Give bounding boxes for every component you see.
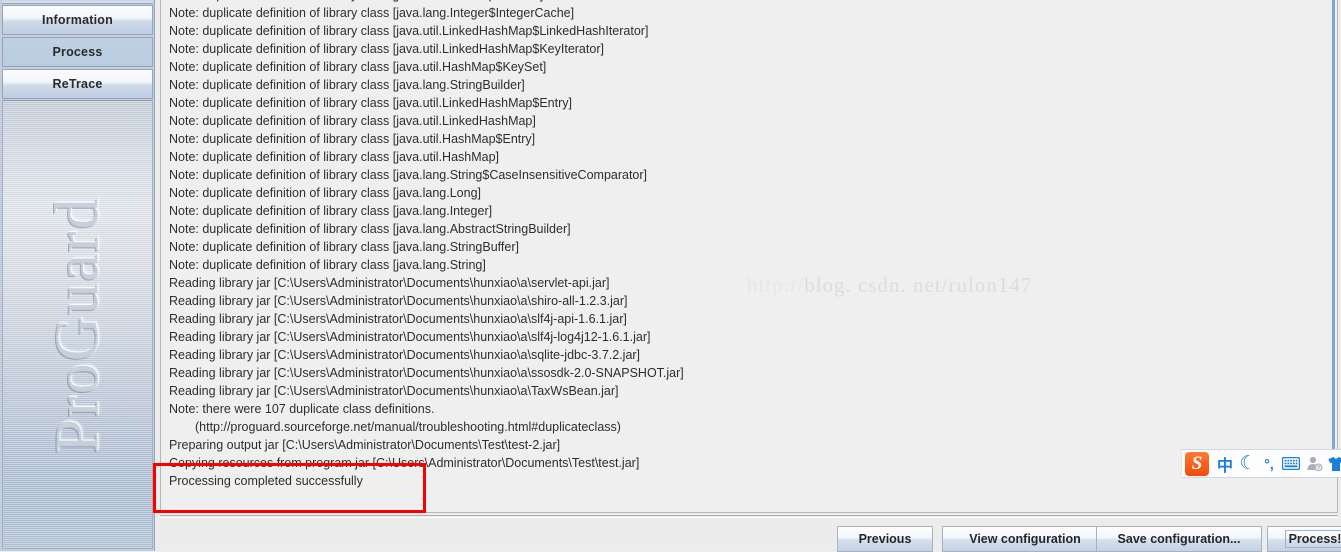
proguard-logo-text: ProGuard	[43, 195, 111, 454]
brand-panel: ProGuard	[2, 100, 153, 549]
view-configuration-button[interactable]: View configuration	[942, 526, 1108, 552]
log-line: Note: duplicate definition of library cl…	[169, 222, 571, 236]
sogou-ime-toolbar[interactable]: S 中 ☾ °, ?	[1181, 449, 1341, 478]
sidebar-item-information[interactable]: Information	[2, 5, 153, 35]
process-button[interactable]: Process!	[1267, 526, 1341, 552]
punctuation-icon[interactable]: °,	[1259, 452, 1279, 476]
log-line: Note: duplicate definition of library cl…	[169, 6, 575, 20]
log-line: Note: duplicate definition of library cl…	[169, 258, 486, 272]
log-line: Reading library jar [C:\Users\Administra…	[169, 276, 610, 290]
save-configuration-button-label: Save configuration...	[1117, 532, 1241, 546]
log-line: Reading library jar [C:\Users\Administra…	[169, 348, 641, 362]
log-line: Note: duplicate definition of library cl…	[169, 24, 649, 38]
log-line: Note: duplicate definition of library cl…	[169, 114, 536, 128]
log-line: Processing completed successfully	[169, 474, 363, 488]
skin-shirt-icon[interactable]	[1325, 452, 1341, 476]
log-line: Preparing output jar [C:\Users\Administr…	[169, 438, 561, 452]
log-line: Note: there were 107 duplicate class def…	[169, 402, 435, 416]
log-line: Note: duplicate definition of library cl…	[169, 96, 572, 110]
log-line: Note: duplicate definition of library cl…	[169, 150, 500, 164]
log-line: Note: duplicate definition of library cl…	[169, 204, 493, 218]
log-line: Reading library jar [C:\Users\Administra…	[169, 294, 628, 308]
previous-button[interactable]: Previous	[837, 526, 933, 552]
log-line: Note: duplicate definition of library cl…	[169, 60, 547, 74]
sidebar: Information Process ReTrace ProGuard	[0, 0, 155, 551]
sidebar-item-label: ReTrace	[52, 77, 103, 91]
svg-text:?: ?	[1317, 465, 1320, 471]
log-line: (http://proguard.sourceforge.net/manual/…	[195, 420, 621, 434]
log-line: Note: duplicate definition of library cl…	[169, 78, 525, 92]
divider	[160, 515, 1338, 516]
vertical-scroll-indicator[interactable]	[1332, 0, 1335, 477]
log-lines: Note: duplicate definition of library cl…	[161, 0, 1337, 490]
log-line: Reading library jar [C:\Users\Administra…	[169, 366, 684, 380]
save-configuration-button[interactable]: Save configuration...	[1096, 526, 1262, 552]
log-line: Note: duplicate definition of library cl…	[169, 240, 519, 254]
log-line: Reading library jar [C:\Users\Administra…	[169, 384, 619, 398]
sidebar-item-partial-above[interactable]	[2, 0, 153, 4]
chinese-mode-icon[interactable]: 中	[1213, 452, 1237, 476]
sogou-logo-icon[interactable]: S	[1185, 451, 1209, 476]
previous-button-label: Previous	[858, 532, 912, 546]
proguard-window: Information Process ReTrace ProGuard htt…	[0, 0, 1341, 552]
log-line: Reading library jar [C:\Users\Administra…	[169, 312, 627, 326]
moon-icon[interactable]: ☾	[1237, 452, 1259, 476]
process-log-panel[interactable]: http://blog. csdn. net/rulon147 Note: du…	[160, 0, 1338, 513]
log-line: Note: duplicate definition of library cl…	[169, 168, 648, 182]
sidebar-item-process[interactable]: Process	[2, 37, 153, 67]
log-line: Note: duplicate definition of library cl…	[169, 42, 604, 56]
log-line: Note: duplicate definition of library cl…	[169, 186, 481, 200]
sidebar-item-label: Information	[42, 13, 113, 27]
log-line: Copying resources from program jar [C:\U…	[169, 456, 640, 470]
sidebar-item-retrace[interactable]: ReTrace	[2, 69, 153, 99]
keyboard-icon[interactable]	[1279, 452, 1303, 476]
log-line: Note: duplicate definition of library cl…	[169, 132, 536, 146]
process-button-label: Process!	[1284, 530, 1341, 548]
user-profile-icon[interactable]: ?	[1303, 452, 1325, 476]
sidebar-item-label: Process	[52, 45, 103, 59]
log-line: Reading library jar [C:\Users\Administra…	[169, 330, 651, 344]
view-configuration-button-label: View configuration	[969, 532, 1081, 546]
button-bar: Previous View configuration Save configu…	[156, 518, 1341, 552]
